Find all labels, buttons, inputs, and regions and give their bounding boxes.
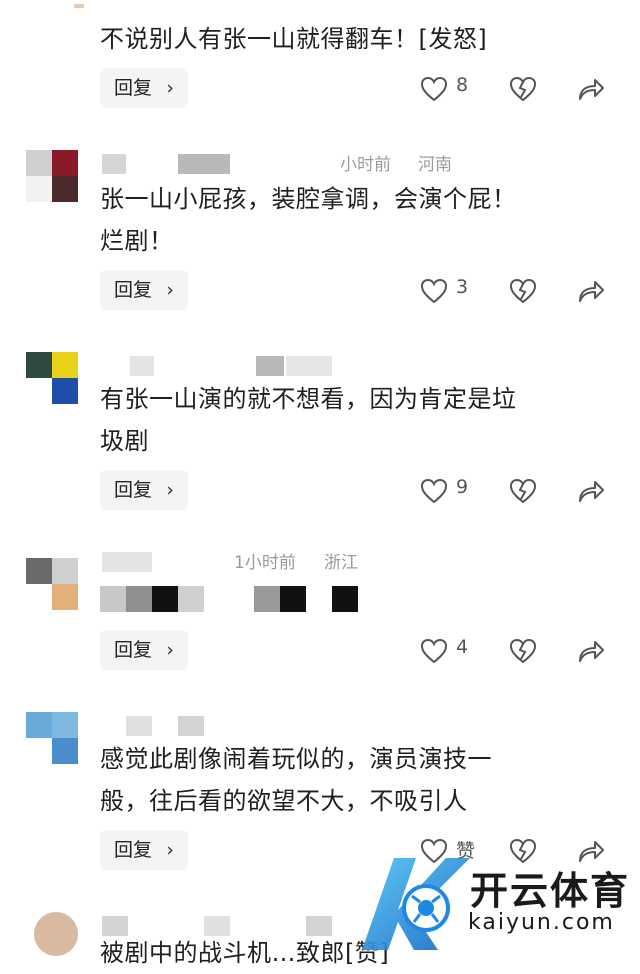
comment-text-line: 张一山小屁孩，装腔拿调，会演个屁！ [100, 185, 517, 213]
username-redacted [178, 154, 230, 174]
comment-text: 不说别人有张一山就得翻车！[发怒] [100, 25, 488, 53]
comment-text-line: 烂剧！ [100, 227, 174, 255]
reply-label: 回复 [114, 839, 153, 861]
like-count: 3 [456, 276, 469, 298]
username-redacted [256, 356, 284, 376]
watermark-url: kaiyun.com [468, 910, 615, 935]
username-redacted [102, 154, 126, 174]
reply-label: 回复 [114, 639, 153, 661]
comment-text: 有张一山演的就不想看，因为肯定是垃 圾剧 [100, 378, 600, 462]
broken-heart-icon[interactable] [509, 278, 537, 304]
comment-meta [100, 352, 620, 376]
reply-button[interactable]: 回复 › [100, 68, 188, 108]
reply-button[interactable]: 回复 › [100, 830, 188, 870]
reply-label: 回复 [114, 279, 153, 301]
watermark-brand-name: 开云体育 [470, 869, 631, 913]
comment-text-line: 感觉此剧像闹着玩似的，演员演技一 [100, 745, 492, 773]
reply-label: 回复 [114, 77, 153, 99]
comment-actions: 回复 › 3 [0, 270, 640, 312]
username-redacted [130, 356, 154, 376]
reply-button[interactable]: 回复 › [100, 630, 188, 670]
username-redacted [126, 716, 152, 736]
reply-button[interactable]: 回复 › [100, 270, 188, 310]
heart-icon[interactable] [420, 278, 448, 304]
avatar[interactable] [26, 712, 78, 764]
comment-location: 河南 [418, 155, 452, 175]
comment-actions: 回复 › 9 [0, 470, 640, 512]
comment-time: 1小时前 [234, 553, 296, 573]
share-icon[interactable] [576, 76, 606, 102]
comment-text-line: 有张一山演的就不想看，因为肯定是垃 [100, 385, 517, 413]
comment-actions: 回复 › 8 [0, 68, 640, 110]
share-icon[interactable] [576, 478, 606, 504]
avatar[interactable] [26, 150, 78, 202]
broken-heart-icon[interactable] [509, 638, 537, 664]
broken-heart-icon[interactable] [509, 76, 537, 102]
avatar[interactable] [34, 912, 78, 956]
reply-label: 回复 [114, 479, 153, 501]
heart-icon[interactable] [420, 76, 448, 102]
like-count: 8 [456, 74, 469, 96]
reply-button[interactable]: 回复 › [100, 470, 188, 510]
username-redacted [178, 716, 204, 736]
username-redacted [102, 552, 152, 572]
share-icon[interactable] [576, 278, 606, 304]
chevron-right-icon: › [166, 77, 174, 99]
avatar[interactable] [26, 558, 78, 610]
chevron-right-icon: › [166, 279, 174, 301]
comment-meta [100, 712, 620, 736]
comment-location: 浙江 [324, 553, 358, 573]
avatar[interactable] [26, 352, 78, 404]
heart-icon[interactable] [420, 638, 448, 664]
comment-actions: 回复 › 4 [0, 630, 640, 672]
comment-meta: 小时前 河南 [100, 150, 620, 175]
comment-text-line: 圾剧 [100, 427, 149, 455]
comment-time: 小时前 [340, 155, 391, 175]
like-count: 4 [456, 636, 469, 658]
comment-text: 张一山小屁孩，装腔拿调，会演个屁！ 烂剧！ [100, 178, 600, 262]
comment-text-line: 般，往后看的欲望不大，不吸引人 [100, 787, 468, 815]
redacted-comment-text [100, 586, 370, 612]
share-icon[interactable] [576, 638, 606, 664]
username-redacted [286, 356, 332, 376]
chevron-right-icon: › [166, 639, 174, 661]
like-count: 9 [456, 476, 469, 498]
heart-icon[interactable] [420, 478, 448, 504]
cut-off-avatar-fragment [74, 4, 84, 8]
chevron-right-icon: › [166, 479, 174, 501]
comment-meta: 1小时前 浙江 [100, 548, 620, 573]
comment-text: 感觉此剧像闹着玩似的，演员演技一 般，往后看的欲望不大，不吸引人 [100, 738, 600, 822]
broken-heart-icon[interactable] [509, 478, 537, 504]
chevron-right-icon: › [166, 839, 174, 861]
